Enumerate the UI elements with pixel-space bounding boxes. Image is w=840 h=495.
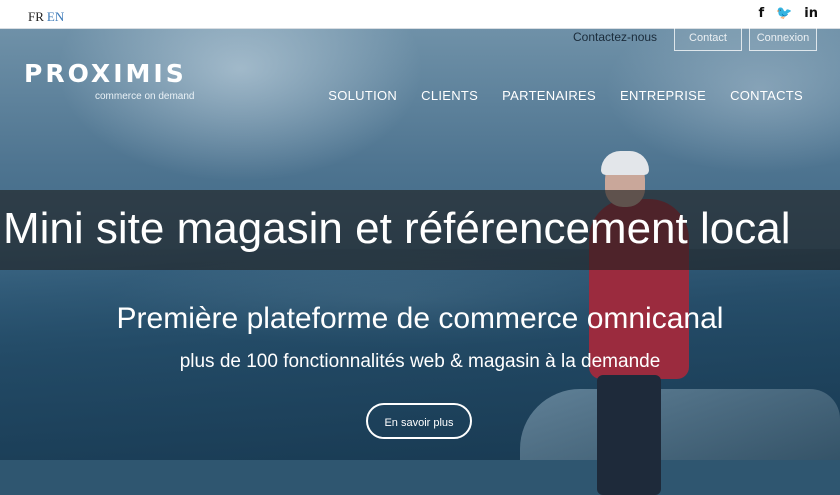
language-switcher: FR EN [28, 9, 67, 25]
brand-logo[interactable]: PROXIMIS commerce on demand [24, 59, 195, 103]
contact-us-link[interactable]: Contactez-nous [573, 30, 657, 44]
legs-shape [597, 375, 661, 495]
hero-subheadline: plus de 100 fonctionnalités web & magasi… [179, 351, 661, 372]
nav-item-contacts[interactable]: CONTACTS [730, 88, 803, 103]
lang-fr[interactable]: FR [28, 9, 44, 24]
lang-en[interactable]: EN [47, 9, 64, 24]
hero-headline: Première plateforme de commerce omnicana… [116, 302, 724, 335]
main-navigation: SOLUTION CLIENTS PARTENAIRES ENTREPRISE … [328, 88, 803, 103]
social-links: f 🐦 in [758, 7, 818, 21]
hair-shape [601, 151, 649, 175]
page-title: Mini site magasin et référencement local [3, 204, 791, 253]
logo-tagline: commerce on demand [95, 91, 195, 102]
nav-item-clients[interactable]: CLIENTS [421, 88, 478, 103]
nav-item-entreprise[interactable]: ENTREPRISE [620, 88, 706, 103]
twitter-icon[interactable]: 🐦 [776, 7, 792, 21]
learn-more-button[interactable]: En savoir plus [366, 403, 472, 439]
facebook-icon[interactable]: f [758, 7, 764, 21]
linkedin-icon[interactable]: in [804, 7, 818, 21]
login-button[interactable]: Connexion [749, 25, 817, 51]
contact-button[interactable]: Contact [674, 25, 742, 51]
nav-item-solution[interactable]: SOLUTION [328, 88, 397, 103]
title-banner: Mini site magasin et référencement local [0, 190, 840, 270]
logo-wordmark: PROXIMIS [24, 59, 187, 88]
nav-item-partenaires[interactable]: PARTENAIRES [502, 88, 596, 103]
